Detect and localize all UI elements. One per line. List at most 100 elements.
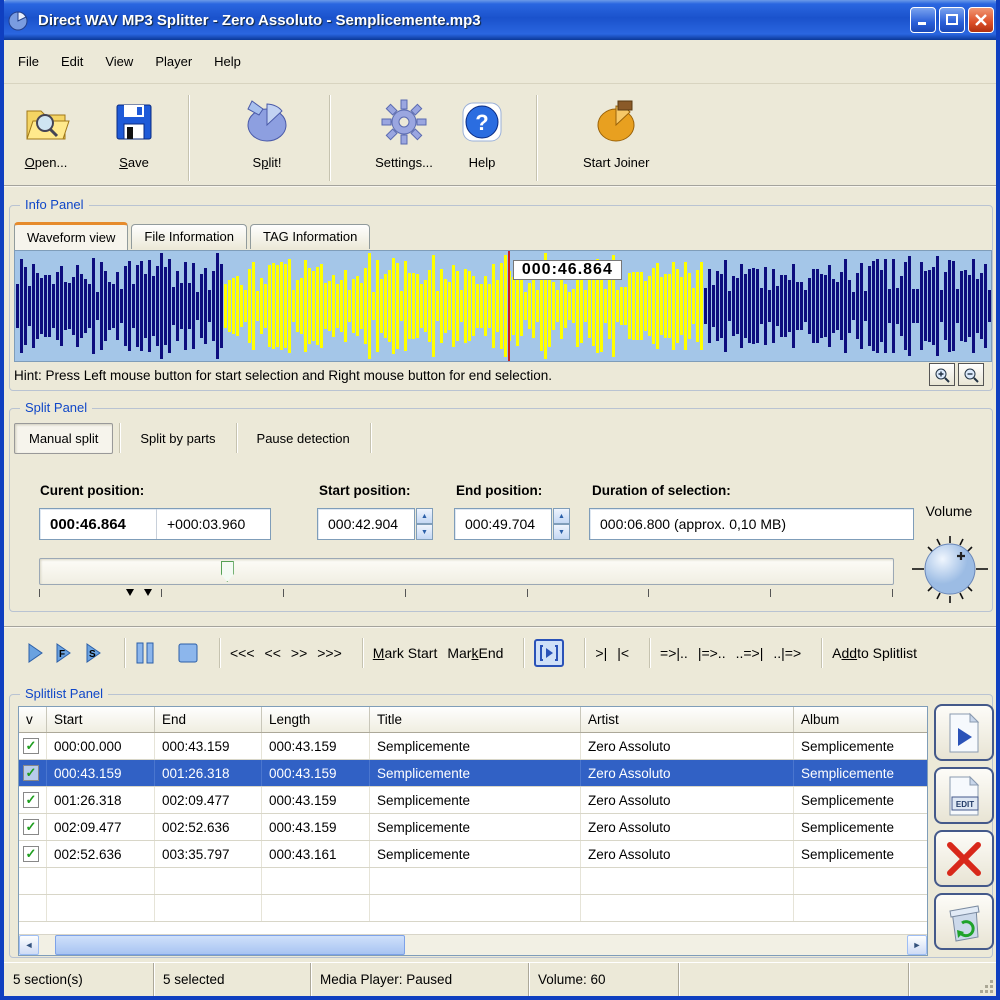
- column-start[interactable]: Start: [47, 707, 155, 732]
- snap-end-to-cursor-button[interactable]: ..=>|: [736, 645, 764, 661]
- split-button[interactable]: Split!: [235, 93, 299, 170]
- scrollbar-thumb[interactable]: [55, 935, 405, 955]
- snap-cursor-to-start-button[interactable]: ..|=>: [773, 645, 801, 661]
- seek-back-button[interactable]: <<: [265, 645, 281, 661]
- play-selection-button[interactable]: [534, 639, 564, 667]
- seek-forward-fast-button[interactable]: >>>: [317, 645, 342, 661]
- waveform-bar: [256, 291, 259, 321]
- horizontal-scrollbar[interactable]: ◄ ►: [19, 934, 927, 955]
- waveform-bar: [908, 256, 911, 356]
- end-position-spinner[interactable]: ▲ ▼: [553, 508, 570, 540]
- row-checkbox[interactable]: ✓: [23, 792, 39, 808]
- waveform-bar: [180, 283, 183, 330]
- waveform-bar: [300, 278, 303, 333]
- waveform-display[interactable]: 000:46.864: [14, 250, 992, 362]
- slider-thumb[interactable]: [221, 561, 234, 582]
- start-position-field[interactable]: 000:42.904: [317, 508, 415, 540]
- play-item-button[interactable]: [934, 704, 994, 761]
- row-checkbox[interactable]: ✓: [23, 819, 39, 835]
- scroll-right-icon[interactable]: ►: [907, 935, 927, 955]
- settings-button[interactable]: Settings...: [372, 93, 436, 170]
- menu-bar: File Edit View Player Help: [4, 40, 996, 84]
- waveform-bar: [280, 262, 283, 351]
- snap-cursor-to-end-button[interactable]: =>|..: [660, 645, 688, 661]
- row-checkbox[interactable]: ✓: [23, 765, 39, 781]
- mark-end-button[interactable]: Mark End: [447, 645, 503, 661]
- menu-view[interactable]: View: [97, 50, 141, 73]
- waveform-bar: [668, 274, 671, 337]
- waveform-bar: [744, 274, 747, 337]
- add-to-splitlist-button[interactable]: Add to Splitlist: [832, 645, 917, 661]
- jump-to-start-button[interactable]: |<: [617, 645, 629, 661]
- waveform-bar: [860, 263, 863, 349]
- spin-up-icon[interactable]: ▲: [553, 508, 570, 524]
- seek-forward-button[interactable]: >>: [291, 645, 307, 661]
- waveform-bar: [784, 275, 787, 338]
- scroll-left-icon[interactable]: ◄: [19, 935, 39, 955]
- open-button[interactable]: Open...: [14, 93, 78, 170]
- menu-file[interactable]: File: [10, 50, 47, 73]
- zoom-in-button[interactable]: [929, 363, 955, 386]
- maximize-button[interactable]: [939, 7, 965, 33]
- volume-knob[interactable]: [910, 528, 990, 608]
- stop-button[interactable]: [177, 642, 199, 664]
- column-end[interactable]: End: [155, 707, 262, 732]
- tab-tag-information[interactable]: TAG Information: [250, 224, 370, 249]
- clear-list-button[interactable]: [934, 893, 994, 950]
- duration-value: 000:06.800 (approx. 0,10 MB): [590, 516, 796, 532]
- column-title[interactable]: Title: [370, 707, 581, 732]
- close-button[interactable]: [968, 7, 994, 33]
- tab-waveform-view[interactable]: Waveform view: [14, 222, 128, 250]
- row-checkbox[interactable]: ✓: [23, 738, 39, 754]
- start-joiner-button[interactable]: Start Joiner: [583, 93, 649, 170]
- position-slider[interactable]: [39, 558, 894, 585]
- waveform-bar: [100, 262, 103, 351]
- splitlist-row[interactable]: ✓001:26.318002:09.477000:43.159Semplicem…: [19, 787, 927, 814]
- mark-start-button[interactable]: Mark Start: [373, 645, 438, 661]
- splitlist-row[interactable]: ✓002:52.636003:35.797000:43.161Semplicem…: [19, 841, 927, 868]
- waveform-bar: [848, 280, 851, 333]
- pause-button[interactable]: [135, 641, 155, 665]
- spin-up-icon[interactable]: ▲: [416, 508, 433, 524]
- column-check[interactable]: v: [19, 707, 47, 732]
- play-button[interactable]: [26, 642, 44, 664]
- end-position-field[interactable]: 000:49.704: [454, 508, 552, 540]
- tab-split-by-parts[interactable]: Split by parts: [126, 424, 229, 453]
- menu-player[interactable]: Player: [147, 50, 200, 73]
- splitlist-row[interactable]: ✓000:00.000000:43.159000:43.159Semplicem…: [19, 733, 927, 760]
- waveform-bar: [764, 267, 767, 345]
- waveform-bar: [408, 273, 411, 338]
- waveform-bar: [772, 269, 775, 343]
- column-length[interactable]: Length: [262, 707, 370, 732]
- waveform-bar: [524, 292, 527, 321]
- title-bar[interactable]: Direct WAV MP3 Splitter - Zero Assoluto …: [0, 0, 1000, 40]
- tab-manual-split[interactable]: Manual split: [14, 423, 113, 454]
- cell-end: 003:35.797: [155, 841, 262, 867]
- snap-start-to-cursor-button[interactable]: |=>..: [698, 645, 726, 661]
- spin-down-icon[interactable]: ▼: [553, 524, 570, 540]
- menu-help[interactable]: Help: [206, 50, 249, 73]
- minimize-button[interactable]: [910, 7, 936, 33]
- splitlist-row[interactable]: ✓000:43.159001:26.318000:43.159Semplicem…: [19, 760, 927, 787]
- spin-down-icon[interactable]: ▼: [416, 524, 433, 540]
- menu-edit[interactable]: Edit: [53, 50, 91, 73]
- zoom-out-button[interactable]: [958, 363, 984, 386]
- edit-item-button[interactable]: EDIT: [934, 767, 994, 824]
- save-button[interactable]: Save: [102, 93, 166, 170]
- waveform-bar: [672, 262, 675, 351]
- delete-item-button[interactable]: [934, 830, 994, 887]
- tab-file-information[interactable]: File Information: [131, 224, 247, 249]
- column-album[interactable]: Album: [794, 707, 927, 732]
- start-position-spinner[interactable]: ▲ ▼: [416, 508, 433, 540]
- splitlist-row[interactable]: ✓002:09.477002:52.636000:43.159Semplicem…: [19, 814, 927, 841]
- column-artist[interactable]: Artist: [581, 707, 794, 732]
- play-fade-button[interactable]: F: [54, 642, 74, 664]
- tab-pause-detection[interactable]: Pause detection: [243, 424, 364, 453]
- resize-grip[interactable]: [980, 980, 994, 994]
- play-slow-button[interactable]: S: [84, 642, 104, 664]
- row-checkbox[interactable]: ✓: [23, 846, 39, 862]
- help-button[interactable]: ? Help: [450, 93, 514, 170]
- jump-to-end-button[interactable]: >|: [595, 645, 607, 661]
- seek-back-fast-button[interactable]: <<<: [230, 645, 255, 661]
- info-tabs: Waveform view File Information TAG Infor…: [14, 221, 373, 249]
